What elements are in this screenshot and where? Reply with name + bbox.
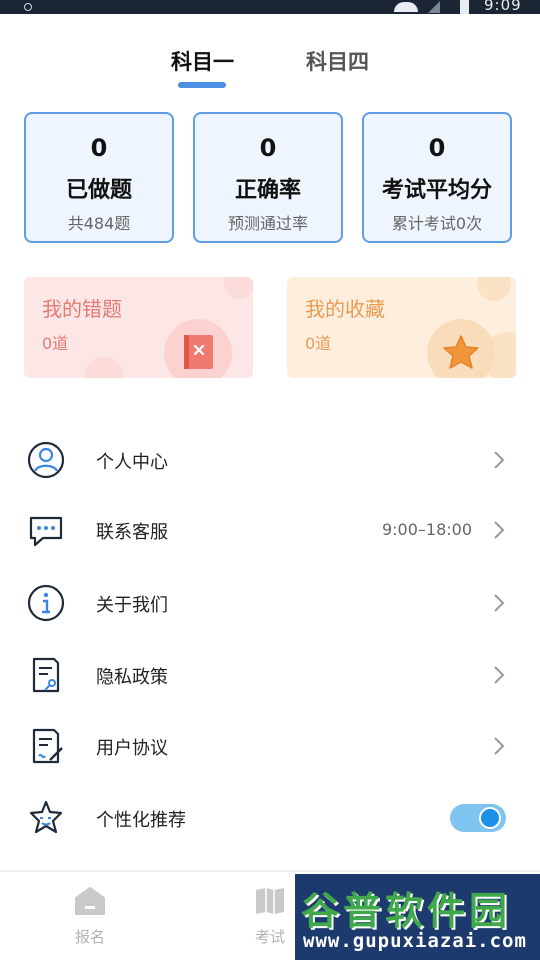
nav-item-exam[interactable]: 考试 xyxy=(240,886,300,947)
user-circle-icon xyxy=(27,441,65,479)
chat-bubble-icon xyxy=(29,516,63,547)
nav-label: 考试 xyxy=(254,928,285,946)
star-icon xyxy=(443,335,479,369)
menu-item-label: 个性化推荐 xyxy=(96,810,186,831)
menu-item-user-agreement[interactable]: 用户协议 xyxy=(0,710,540,782)
star-face-icon xyxy=(29,800,63,834)
stat-label: 考试平均分 xyxy=(381,178,492,203)
status-time: 9:09 xyxy=(484,0,522,14)
notification-icon xyxy=(24,3,32,11)
recommend-toggle[interactable] xyxy=(450,804,506,832)
menu-item-about-us[interactable]: 关于我们 xyxy=(0,567,540,639)
stat-value: 0 xyxy=(428,134,446,162)
decor-bubble xyxy=(84,357,124,378)
card-count: 0道 xyxy=(305,334,332,353)
chevron-right-icon xyxy=(494,594,505,612)
chevron-right-icon xyxy=(494,737,505,755)
stat-value: 0 xyxy=(259,134,277,162)
stat-sub: 累计考试0次 xyxy=(391,214,483,233)
chevron-right-icon xyxy=(494,451,505,469)
stat-done-questions[interactable]: 0 已做题 共484题 xyxy=(24,112,174,243)
nav-label: 报名 xyxy=(74,928,105,946)
stat-average-score[interactable]: 0 考试平均分 累计考试0次 xyxy=(362,112,512,243)
notebook-x-icon xyxy=(184,335,213,369)
stats-panel: 0 已做题 共484题 0 正确率 预测通过率 0 考试平均分 累计考试0次 xyxy=(24,112,516,246)
subject-tabs: 科目一 科目四 xyxy=(0,40,540,90)
stat-sub: 预测通过率 xyxy=(227,214,308,233)
chevron-right-icon xyxy=(494,666,505,684)
stat-label: 正确率 xyxy=(234,178,301,203)
decor-bubble xyxy=(477,277,511,301)
watermark-logo: 谷普软件园 www.gupuxiazai.com xyxy=(295,874,540,960)
tab-subject-one[interactable]: 科目一 xyxy=(171,46,234,76)
stat-sub: 共484题 xyxy=(67,214,131,233)
menu-item-privacy-policy[interactable]: 隐私政策 xyxy=(0,639,540,711)
stat-value: 0 xyxy=(90,134,108,162)
agreement-document-icon xyxy=(32,728,63,764)
menu-item-label: 关于我们 xyxy=(96,595,168,616)
decor-bubble xyxy=(224,277,253,299)
signal-icon xyxy=(428,1,440,13)
toggle-knob xyxy=(479,807,501,829)
menu-item-label: 联系客服 xyxy=(96,522,168,543)
menu-item-personal-center[interactable]: 个人中心 xyxy=(0,424,540,496)
my-wrong-questions-card[interactable]: 我的错题 0道 xyxy=(24,277,253,378)
privacy-document-icon xyxy=(32,657,60,693)
tab-subject-four[interactable]: 科目四 xyxy=(306,46,369,76)
card-icon-circle xyxy=(164,319,232,378)
menu-item-personalized-recommend: 个性化推荐 xyxy=(0,782,540,854)
card-icon-circle xyxy=(427,319,495,378)
card-count: 0道 xyxy=(42,334,69,353)
stat-label: 已做题 xyxy=(65,178,132,203)
stat-accuracy[interactable]: 0 正确率 预测通过率 xyxy=(193,112,343,243)
battery-icon xyxy=(460,0,469,14)
book-icon xyxy=(256,888,284,914)
watermark-url: www.gupuxiazai.com xyxy=(303,930,527,952)
my-favorites-card[interactable]: 我的收藏 0道 xyxy=(287,277,516,378)
nav-item-register[interactable]: 报名 xyxy=(60,886,120,947)
menu-item-label: 个人中心 xyxy=(96,452,168,473)
status-bar: 9:09 xyxy=(0,0,540,14)
wifi-icon xyxy=(394,2,418,12)
service-hours: 9:00–18:00 xyxy=(381,520,472,539)
watermark-title: 谷普软件园 xyxy=(301,889,512,933)
menu-item-customer-service[interactable]: 联系客服 9:00–18:00 xyxy=(0,494,540,566)
chevron-right-icon xyxy=(494,521,505,539)
card-title: 我的错题 xyxy=(42,297,122,321)
menu-item-label: 隐私政策 xyxy=(96,667,168,688)
menu-item-label: 用户协议 xyxy=(96,738,168,759)
home-icon xyxy=(75,887,105,915)
card-title: 我的收藏 xyxy=(305,297,385,321)
active-tab-indicator xyxy=(178,82,226,88)
info-icon xyxy=(27,584,65,622)
